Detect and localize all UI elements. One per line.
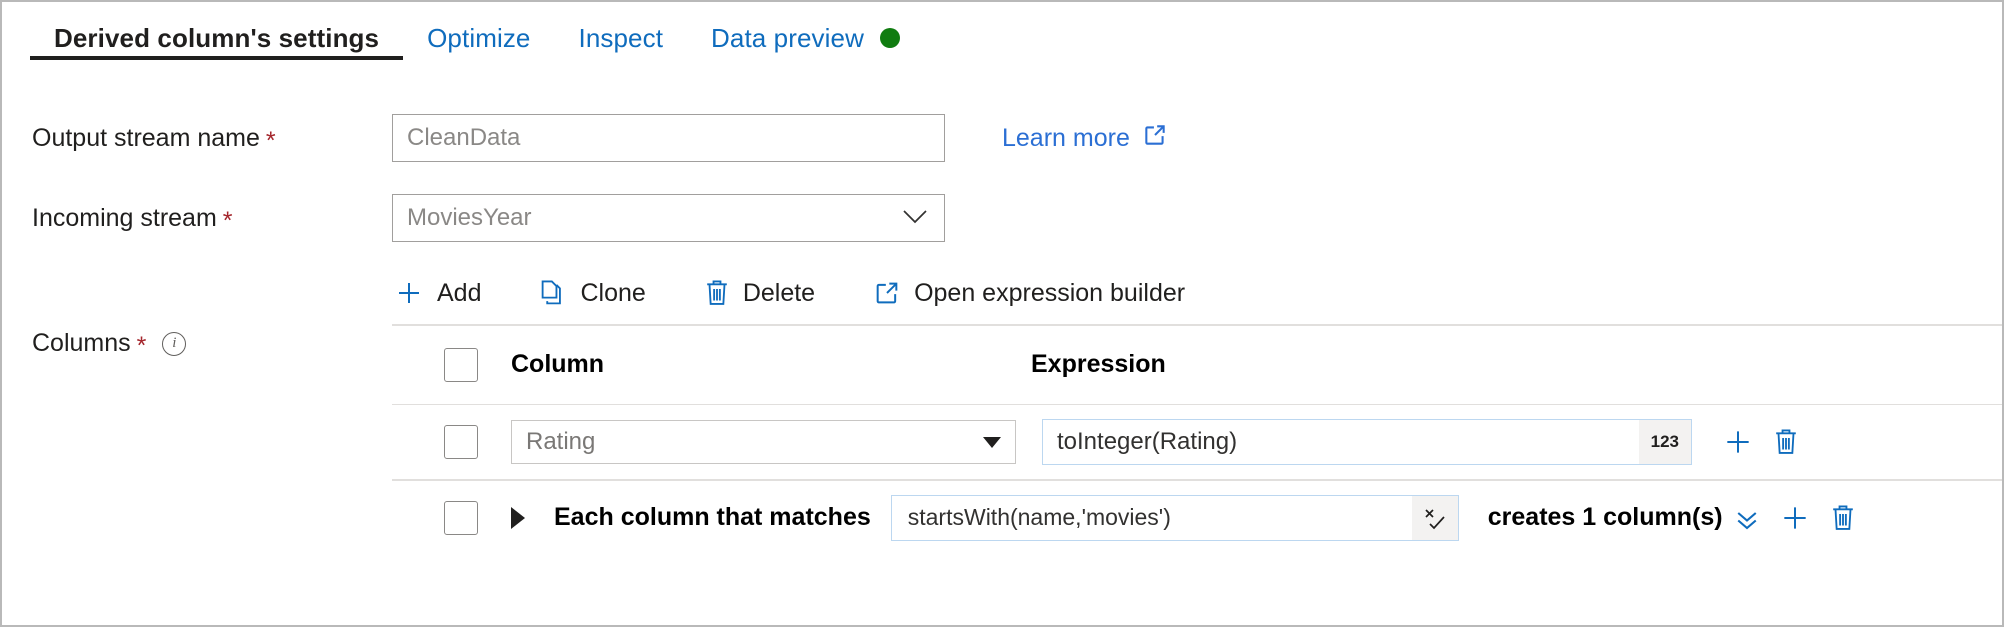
tab-label: Derived column's settings [54, 23, 379, 54]
learn-more-link[interactable]: Learn more [1002, 122, 1168, 155]
add-label: Add [437, 279, 481, 308]
incoming-stream-value: MoviesYear [407, 204, 532, 232]
column-select[interactable]: Rating [511, 420, 1016, 464]
columns-label: Columns * i [2, 329, 392, 358]
external-link-icon [873, 279, 901, 307]
clone-label: Clone [580, 279, 645, 308]
tab-label: Data preview [711, 23, 864, 54]
clone-button[interactable]: Clone [537, 278, 671, 308]
clone-icon [539, 278, 567, 308]
column-header-column: Column [511, 350, 1031, 379]
pattern-suffix-label: creates 1 column(s) [1488, 503, 1723, 532]
columns-panel: Add Clone [392, 262, 2002, 625]
double-chevron-down-icon[interactable] [1723, 494, 1771, 542]
expression-value: toInteger(Rating) [1057, 428, 1237, 456]
table-header-row: Column Expression [392, 326, 2002, 404]
table-row: Each column that matches startsWith(name… [392, 481, 2002, 555]
data-type-badge: 123 [1639, 420, 1691, 464]
open-expression-builder-button[interactable]: Open expression builder [871, 279, 1211, 308]
caret-down-icon [983, 437, 1001, 448]
required-asterisk: * [223, 209, 233, 234]
column-header-expression: Expression [1031, 350, 1166, 379]
table-row: Rating toInteger(Rating) 123 [392, 405, 2002, 479]
tab-inspect[interactable]: Inspect [555, 2, 688, 74]
boolean-type-badge-icon [1412, 496, 1458, 540]
tab-derived-column-settings[interactable]: Derived column's settings [30, 2, 403, 74]
learn-more-label: Learn more [1002, 124, 1130, 153]
pattern-expression-input[interactable]: startsWith(name,'movies') [891, 495, 1459, 541]
output-stream-label: Output stream name * [2, 124, 392, 153]
pattern-prefix-label: Each column that matches [554, 503, 871, 532]
expand-triangle-icon[interactable] [511, 507, 525, 529]
delete-button[interactable]: Delete [702, 278, 841, 308]
delete-row-button[interactable] [1819, 494, 1867, 542]
output-stream-input[interactable]: CleanData [392, 114, 945, 162]
chevron-down-icon [900, 206, 930, 230]
tab-label: Inspect [579, 23, 664, 54]
tab-data-preview[interactable]: Data preview [687, 2, 924, 74]
required-asterisk: * [266, 129, 276, 154]
incoming-stream-label: Incoming stream * [2, 204, 392, 233]
add-row-button[interactable] [1771, 494, 1819, 542]
columns-toolbar: Add Clone [392, 262, 2002, 324]
output-stream-row: Output stream name * CleanData Learn mor… [2, 114, 2002, 162]
plus-icon [394, 278, 424, 308]
tab-label: Optimize [427, 23, 530, 54]
info-icon[interactable]: i [162, 332, 186, 356]
expression-input[interactable]: toInteger(Rating) 123 [1042, 419, 1692, 465]
add-row-button[interactable] [1714, 418, 1762, 466]
open-expression-builder-label: Open expression builder [914, 279, 1185, 308]
add-button[interactable]: Add [392, 278, 507, 308]
select-all-checkbox[interactable] [444, 348, 478, 382]
required-asterisk: * [137, 334, 147, 359]
tab-bar: Derived column's settings Optimize Inspe… [2, 2, 2002, 74]
label-text: Incoming stream [32, 204, 217, 233]
settings-body: Output stream name * CleanData Learn mor… [2, 74, 2002, 625]
external-link-icon [1142, 122, 1168, 155]
info-glyph: i [172, 336, 176, 351]
pattern-expression-value: startsWith(name,'movies') [908, 504, 1171, 531]
incoming-stream-row: Incoming stream * MoviesYear [2, 194, 2002, 242]
row-checkbox[interactable] [444, 501, 478, 535]
incoming-stream-select[interactable]: MoviesYear [392, 194, 945, 242]
tab-optimize[interactable]: Optimize [403, 2, 554, 74]
label-text: Columns [32, 329, 131, 358]
row-checkbox[interactable] [444, 425, 478, 459]
delete-label: Delete [743, 279, 815, 308]
label-text: Output stream name [32, 124, 260, 153]
column-select-value: Rating [526, 428, 595, 456]
output-stream-value: CleanData [407, 124, 520, 152]
delete-row-button[interactable] [1762, 418, 1810, 466]
status-ok-dot-icon [880, 28, 900, 48]
trash-icon [704, 278, 730, 308]
derived-column-settings-panel: Derived column's settings Optimize Inspe… [0, 0, 2004, 627]
